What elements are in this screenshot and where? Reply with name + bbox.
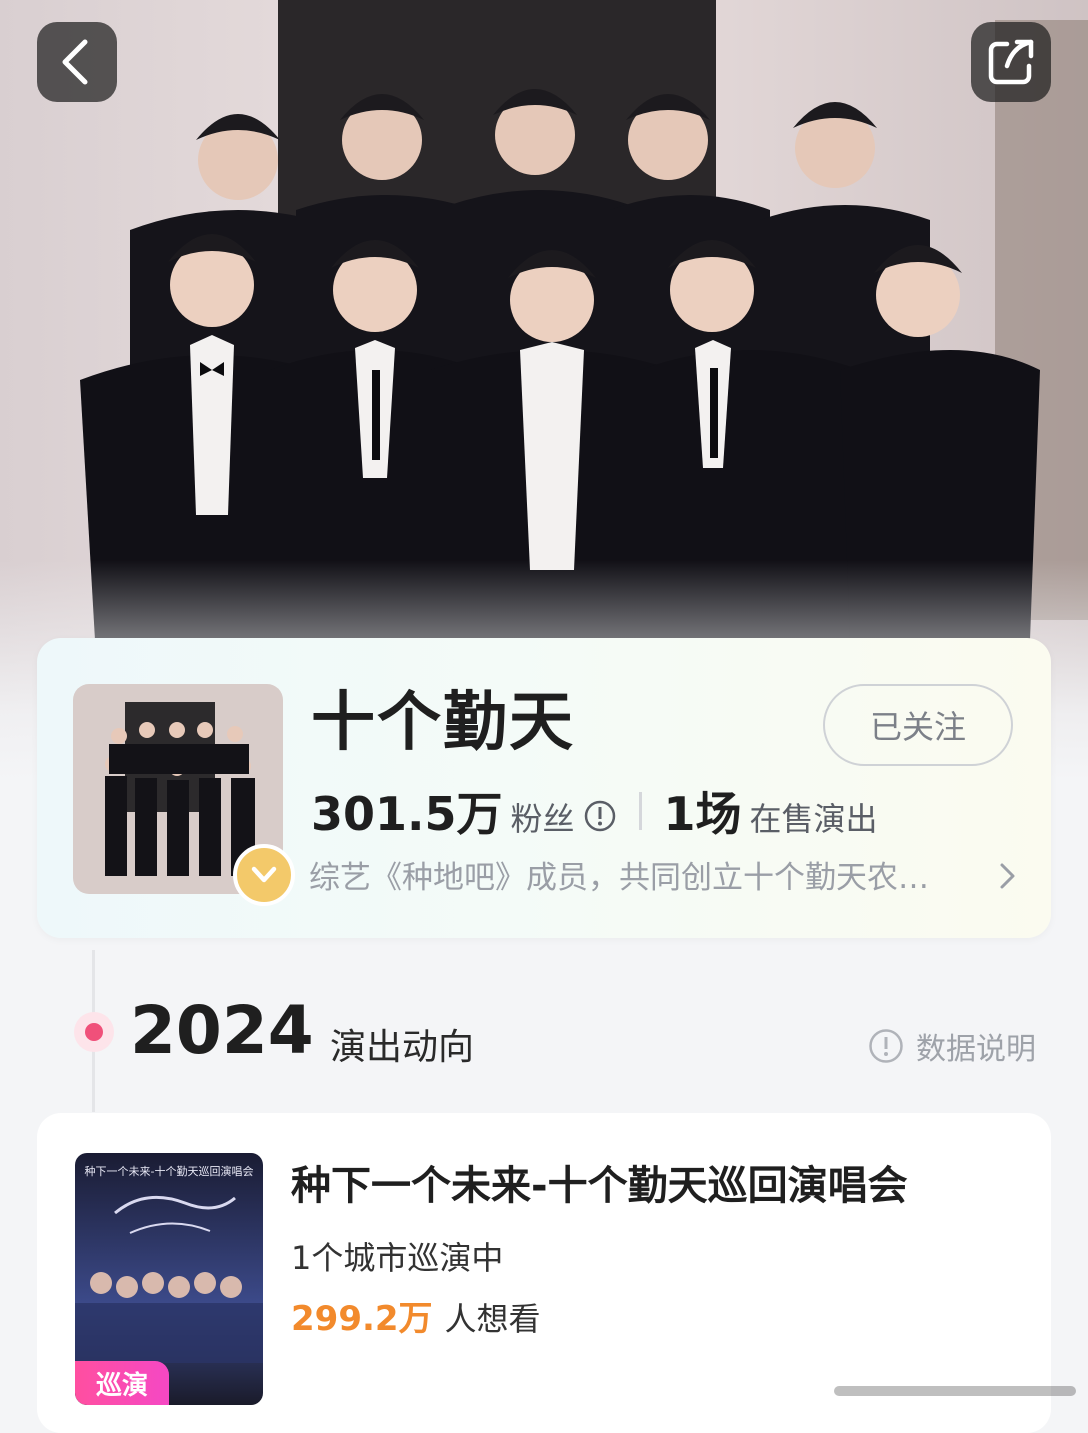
- show-poster[interactable]: 种下一个未来-十个勤天巡回演唱会 巡演: [75, 1153, 263, 1405]
- data-note-label: 数据说明: [916, 1032, 1036, 1067]
- artist-description[interactable]: 综艺《种地吧》成员，共同创立十个勤天农…: [309, 852, 969, 897]
- stat-divider: [638, 792, 642, 830]
- poster-caption: 种下一个未来-十个勤天巡回演唱会: [84, 1165, 254, 1178]
- info-icon[interactable]: [583, 799, 617, 833]
- tour-tag: 巡演: [75, 1361, 169, 1405]
- artist-name: 十个勤天: [311, 686, 575, 760]
- info-icon: [869, 1029, 903, 1063]
- back-button[interactable]: [37, 22, 117, 102]
- show-want: 299.2万 人想看: [291, 1291, 541, 1340]
- fans-count: 301.5万: [311, 787, 503, 841]
- verified-badge: [233, 844, 295, 906]
- v-badge-icon: [251, 866, 277, 883]
- home-indicator[interactable]: [834, 1386, 1076, 1396]
- artist-card: 十个勤天 已关注 301.5万 粉丝 1场 在售演出 综艺《种地吧》成员，共同创…: [37, 638, 1051, 938]
- show-cities: 1个城市巡演中: [291, 1239, 504, 1277]
- want-count: 299.2万: [291, 1299, 433, 1339]
- data-note-link[interactable]: 数据说明: [868, 1024, 1036, 1068]
- show-title[interactable]: 种下一个未来-十个勤天巡回演唱会: [291, 1153, 908, 1211]
- artist-stats: 301.5万 粉丝 1场 在售演出: [311, 778, 878, 844]
- shows-label: 在售演出: [749, 800, 878, 838]
- want-label: 人想看: [444, 1300, 541, 1338]
- section-title: 演出动向: [330, 1027, 475, 1068]
- follow-button[interactable]: 已关注: [823, 684, 1013, 766]
- chevron-left-icon: [62, 39, 88, 85]
- timeline-dot: [74, 1012, 114, 1052]
- fans-label: 粉丝: [510, 800, 575, 838]
- show-card[interactable]: 种下一个未来-十个勤天巡回演唱会 巡演 种下一个未来-十个勤天巡回演唱会 1个城…: [37, 1113, 1051, 1433]
- share-icon: [988, 39, 1034, 85]
- shows-count: 1场: [663, 787, 742, 841]
- share-button[interactable]: [971, 22, 1051, 102]
- timeline-year: 2024: [130, 992, 314, 1069]
- chevron-right-icon[interactable]: [995, 860, 1019, 892]
